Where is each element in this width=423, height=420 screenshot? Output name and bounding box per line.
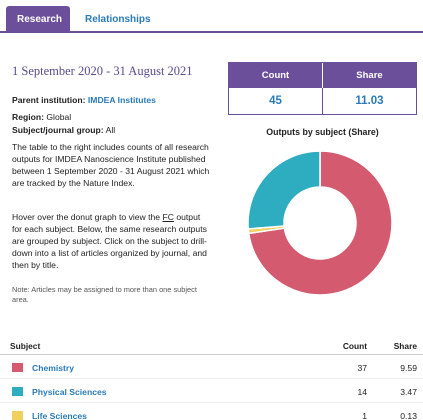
row-share: 0.13 (400, 411, 417, 420)
row-count: 37 (357, 363, 367, 373)
subject-group-label: Subject/journal group: (12, 125, 104, 135)
count-value: 45 (269, 95, 282, 107)
row-count: 14 (357, 387, 367, 397)
subject-column-header: Subject (10, 341, 41, 351)
hover-text-before: Hover over the donut graph to view the (12, 212, 161, 222)
table-row: Chemistry 37 9.59 (0, 355, 423, 379)
color-swatch (12, 363, 23, 372)
subject-link[interactable]: Physical Sciences (32, 387, 107, 397)
share-value: 11.03 (322, 88, 416, 115)
table-row: Physical Sciences 14 3.47 (0, 379, 423, 403)
subject-link[interactable]: Life Sciences (32, 411, 87, 420)
parent-institution-label: Parent institution: (12, 95, 86, 105)
hover-instructions: Hover over the donut graph to view the F… (12, 211, 212, 271)
chart-title: Outputs by subject (Share) (266, 127, 379, 137)
fc-abbreviation: FC (162, 212, 174, 222)
donut-slice-physical-sciences[interactable] (247, 150, 321, 230)
share-column-header: Share (393, 341, 417, 351)
color-swatch (12, 387, 23, 396)
table-header: Subject Count Share (0, 335, 423, 355)
tab-research[interactable]: Research (6, 6, 70, 33)
row-share: 9.59 (400, 363, 417, 373)
subject-group-value: All (105, 125, 116, 135)
date-range: 1 September 2020 - 31 August 2021 (12, 64, 193, 78)
subject-group: Subject/journal group: All (12, 124, 212, 136)
region: Region: Global (12, 111, 212, 123)
color-swatch (12, 411, 23, 420)
region-label: Region: (12, 112, 44, 122)
tab-relationships[interactable]: Relationships (74, 6, 162, 33)
table-row: Life Sciences 1 0.13 (0, 403, 423, 420)
subject-table: Subject Count Share Chemistry 37 9.59 Ph… (0, 335, 423, 420)
tab-bar: Research Relationships (0, 0, 423, 33)
parent-institution-link[interactable]: IMDEA Institutes (88, 95, 156, 105)
note: Note: Articles may be assigned to more t… (12, 285, 197, 304)
parent-institution: Parent institution: IMDEA Institutes (12, 94, 212, 106)
description: The table to the right includes counts o… (12, 142, 210, 188)
row-count: 1 (362, 411, 367, 420)
stats-table: Count Share 45 11.03 (228, 62, 417, 115)
subject-link[interactable]: Chemistry (32, 363, 74, 373)
count-header: Count (261, 70, 290, 81)
region-value: Global (46, 112, 72, 122)
row-share: 3.47 (400, 387, 417, 397)
share-header: Share (322, 63, 416, 88)
donut-chart[interactable] (247, 150, 393, 296)
count-column-header: Count (342, 341, 367, 351)
